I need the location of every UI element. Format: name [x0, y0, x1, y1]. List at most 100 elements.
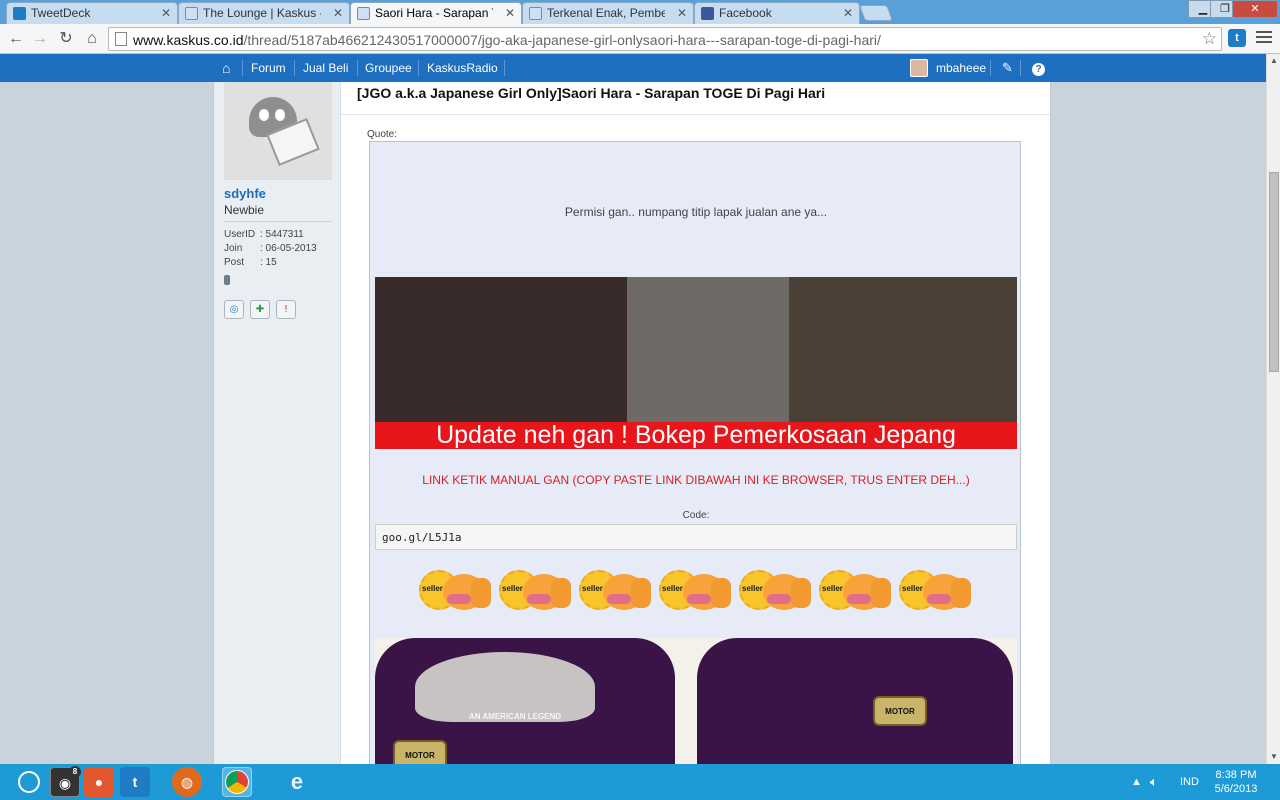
- kaskus-icon: [529, 7, 542, 20]
- user-rank: Newbie: [224, 203, 265, 217]
- user-avatar[interactable]: [224, 82, 332, 180]
- page-scrollbar[interactable]: ▲ ▼: [1266, 54, 1280, 764]
- kaskus-navbar: ⌂ Forum Jual Beli Groupee KaskusRadio mb…: [0, 54, 1266, 82]
- harley-logo-icon: MOTOR: [873, 696, 927, 726]
- page-icon: [115, 32, 127, 46]
- stat-post: Post: 15: [224, 257, 277, 268]
- new-tab-button[interactable]: [859, 5, 893, 21]
- scroll-thumb[interactable]: [1269, 172, 1279, 372]
- tray-expand-icon[interactable]: ▲: [1131, 764, 1142, 800]
- seller-emoticon-icon: seller: [897, 566, 975, 614]
- seller-emoticon-icon: seller: [817, 566, 895, 614]
- instagram-icon[interactable]: ◉ 8: [50, 766, 81, 797]
- report-icon[interactable]: !: [276, 300, 296, 319]
- nav-forum[interactable]: Forum: [243, 54, 294, 82]
- nav-username[interactable]: mbaheee: [928, 54, 994, 82]
- promo-banner-image[interactable]: Update neh gan ! Bokep Pemerkosaan Jepan…: [375, 277, 1017, 449]
- volume-icon[interactable]: 🔈︎: [1150, 764, 1158, 800]
- pencil-icon[interactable]: ✎: [994, 54, 1021, 82]
- notification-badge: 8: [69, 766, 81, 778]
- start-orb-icon[interactable]: [14, 767, 44, 797]
- reputation-icon: [224, 275, 230, 285]
- username-link[interactable]: sdyhfe: [224, 186, 266, 201]
- forward-icon[interactable]: →: [30, 29, 50, 49]
- close-icon[interactable]: ✕: [333, 6, 343, 20]
- home-icon[interactable]: ⌂: [214, 54, 238, 82]
- reload-icon[interactable]: ↻: [56, 29, 76, 49]
- stat-userid: UserID: 5447311: [224, 229, 304, 240]
- close-icon[interactable]: ✕: [843, 6, 853, 20]
- banner-panel-3: [789, 277, 1017, 422]
- home-icon[interactable]: ⌂: [82, 29, 102, 49]
- banner-panel-2: [627, 277, 789, 422]
- internet-explorer-icon[interactable]: e: [282, 767, 312, 797]
- tab-terkenal-enak[interactable]: Terkenal Enak, Pembeli Te ✕: [522, 2, 694, 24]
- twitter-extension-icon[interactable]: t: [1228, 29, 1246, 47]
- twitter-icon[interactable]: t: [120, 767, 150, 797]
- chrome-menu-icon[interactable]: [1256, 31, 1272, 46]
- product-tshirt-image[interactable]: AN AMERICAN LEGEND MOTOR MOTOR: [375, 638, 1017, 764]
- tab-title: The Lounge | Kaskus - The: [203, 6, 321, 20]
- url-text[interactable]: www.kaskus.co.id/thread/5187ab4662124305…: [133, 32, 881, 48]
- tab-title: Facebook: [719, 6, 772, 20]
- tab-title: Terkenal Enak, Pembeli Te: [547, 6, 665, 20]
- send-message-icon[interactable]: ✚: [250, 300, 270, 319]
- harley-logo-icon: MOTOR: [393, 740, 447, 764]
- close-icon[interactable]: ✕: [161, 6, 171, 20]
- tab-the-lounge[interactable]: The Lounge | Kaskus - The ✕: [178, 2, 350, 24]
- nav-separator: [1020, 60, 1021, 76]
- tab-facebook[interactable]: Facebook ✕: [694, 2, 860, 24]
- quote-box: Permisi gan.. numpang titip lapak jualan…: [369, 141, 1021, 764]
- banner-caption: Update neh gan ! Bokep Pemerkosaan Jepan…: [375, 422, 1017, 449]
- divider: [341, 114, 1050, 115]
- close-window-button[interactable]: ✕: [1232, 0, 1278, 18]
- quote-label: Quote:: [367, 129, 398, 140]
- seller-emoticon-icon: seller: [737, 566, 815, 614]
- nav-separator: [990, 60, 991, 76]
- scroll-up-icon[interactable]: ▲: [1267, 54, 1280, 68]
- tab-tweetdeck[interactable]: TweetDeck ✕: [6, 2, 178, 24]
- back-icon[interactable]: ←: [6, 29, 26, 49]
- close-icon[interactable]: ✕: [505, 6, 515, 20]
- clock-date: 5/6/2013: [1214, 783, 1258, 795]
- chrome-icon[interactable]: [222, 767, 252, 797]
- nav-separator: [504, 60, 505, 76]
- view-profile-icon[interactable]: ◎: [224, 300, 244, 319]
- tshirt-left: AN AMERICAN LEGEND MOTOR: [375, 638, 675, 764]
- windows-taskbar: ◉ 8 ● t ◍ e ▲ 🔈︎ IND 8:38 PM 5/6/2013: [0, 764, 1280, 800]
- post-title: [JGO a.k.a Japanese Girl Only]Saori Hara…: [357, 85, 826, 101]
- language-indicator[interactable]: IND: [1180, 764, 1199, 800]
- clock-time: 8:38 PM: [1215, 769, 1257, 781]
- scroll-down-icon[interactable]: ▼: [1267, 750, 1280, 764]
- seller-emoticon-icon: seller: [577, 566, 655, 614]
- post-body: [JGO a.k.a Japanese Girl Only]Saori Hara…: [341, 82, 1050, 764]
- tab-title: Saori Hara - Sarapan TOGE: [375, 6, 493, 20]
- divider: [224, 221, 332, 222]
- code-block[interactable]: goo.gl/L5J1a: [375, 524, 1017, 550]
- browser-tab-strip: TweetDeck ✕ The Lounge | Kaskus - The ✕ …: [0, 0, 1280, 24]
- tshirt-caption: AN AMERICAN LEGEND: [468, 712, 562, 721]
- firefox-icon[interactable]: ◍: [172, 767, 202, 797]
- seller-emoticon-row: seller seller seller seller seller seller sell…: [370, 566, 1022, 616]
- browser-toolbar: ← → ↻ ⌂ www.kaskus.co.id/thread/5187ab46…: [0, 24, 1280, 54]
- code-label: Code:: [682, 510, 710, 521]
- thread-page: sdyhfe Newbie UserID: 5447311 Join: 06-0…: [213, 82, 1051, 764]
- avatar[interactable]: [910, 59, 928, 77]
- seller-emoticon-icon: seller: [497, 566, 575, 614]
- quote-intro: Permisi gan.. numpang titip lapak jualan…: [564, 205, 828, 219]
- tab-title: TweetDeck: [31, 6, 91, 20]
- nav-jual-beli[interactable]: Jual Beli: [295, 54, 356, 82]
- bookmark-star-icon[interactable]: ☆: [1202, 29, 1217, 49]
- system-clock[interactable]: 8:38 PM 5/6/2013: [1206, 768, 1266, 796]
- close-icon[interactable]: ✕: [677, 6, 687, 20]
- address-bar[interactable]: www.kaskus.co.id/thread/5187ab4662124305…: [108, 27, 1222, 51]
- user-panel: sdyhfe Newbie UserID: 5447311 Join: 06-0…: [214, 82, 341, 764]
- seller-emoticon-icon: seller: [657, 566, 735, 614]
- tab-saori-hara[interactable]: Saori Hara - Sarapan TOGE ✕: [350, 2, 522, 24]
- nav-kaskusradio[interactable]: KaskusRadio: [419, 54, 506, 82]
- tomato-app-icon[interactable]: ●: [84, 767, 114, 797]
- facebook-icon: [701, 7, 714, 20]
- help-icon[interactable]: ?: [1024, 54, 1053, 82]
- stat-join: Join: 06-05-2013: [224, 243, 317, 254]
- nav-groupee[interactable]: Groupee: [357, 54, 420, 82]
